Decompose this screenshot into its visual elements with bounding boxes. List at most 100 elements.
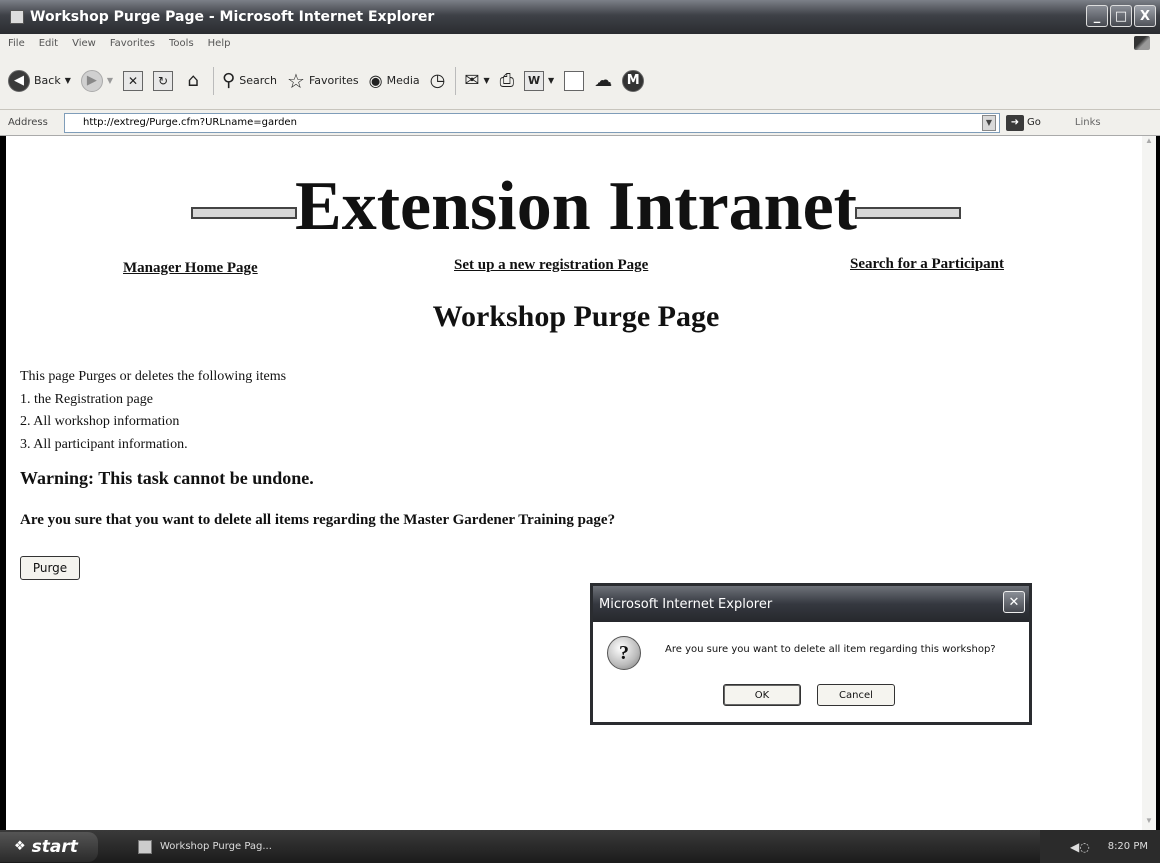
messenger-button[interactable]: ☁ — [594, 70, 612, 91]
confirm-question: Are you sure that you want to delete all… — [20, 512, 616, 528]
manager-home-link[interactable]: Manager Home Page — [123, 260, 258, 277]
ie-page-icon — [138, 839, 152, 854]
dialog-title: Microsoft Internet Explorer — [599, 596, 773, 612]
home-button[interactable]: ⌂ — [183, 70, 203, 91]
stop-button[interactable]: ✕ — [123, 70, 144, 91]
back-dropdown-icon[interactable]: ▼ — [65, 76, 71, 85]
refresh-icon: ↻ — [153, 70, 174, 91]
page-title: Workshop Purge Page — [432, 300, 720, 333]
menu-tools[interactable]: Tools — [169, 38, 194, 49]
clock: 8:20 PM — [1107, 841, 1148, 852]
back-button[interactable]: ◀ Back ▼ — [8, 69, 71, 92]
window-title: Workshop Purge Page - Microsoft Internet… — [30, 9, 435, 25]
history-button[interactable]: ◷ — [430, 70, 446, 91]
menu-favorites[interactable]: Favorites — [110, 38, 155, 49]
page-content: Extension Intranet Manager Home Page Set… — [6, 136, 1156, 830]
description-line: 2. All workshop information — [20, 414, 180, 429]
stop-icon: ✕ — [123, 70, 144, 91]
purge-description: This page Purges or deletes the followin… — [20, 366, 286, 456]
search-button[interactable]: ⚲ Search — [222, 70, 277, 91]
purge-button[interactable]: Purge — [20, 556, 80, 580]
warning-text: Warning: This task cannot be undone. — [20, 468, 314, 488]
edit-word-button[interactable]: W ▼ — [524, 70, 554, 91]
toolbar-separator — [213, 66, 215, 95]
vertical-scrollbar[interactable]: ▲ ▼ — [1142, 136, 1156, 830]
windows-flag-icon — [1134, 36, 1150, 50]
network-icon[interactable]: ◀◌ — [1070, 840, 1090, 854]
msn-icon: M — [622, 69, 645, 92]
go-label: Go — [1027, 117, 1041, 128]
mail-button[interactable]: ✉ ▼ — [464, 70, 489, 91]
close-button[interactable]: X — [1134, 5, 1156, 27]
menu-file[interactable]: File — [8, 38, 25, 49]
description-line: This page Purges or deletes the followin… — [20, 369, 287, 384]
taskbar-item-label: Workshop Purge Pag... — [160, 841, 272, 852]
window-title-bar: Workshop Purge Page - Microsoft Internet… — [0, 0, 1160, 34]
forward-arrow-icon: ▶ — [80, 69, 103, 92]
links-button[interactable]: Links — [1075, 117, 1101, 128]
close-icon: ✕ — [1008, 594, 1020, 610]
taskbar-item-ie[interactable]: Workshop Purge Pag... — [138, 839, 272, 854]
banner-bar-left — [191, 207, 297, 219]
back-arrow-icon: ◀ — [8, 69, 30, 92]
address-label: Address — [8, 117, 48, 128]
discuss-button[interactable] — [564, 70, 585, 91]
discuss-icon — [564, 70, 585, 91]
scroll-down-icon[interactable]: ▼ — [1142, 816, 1156, 830]
dialog-title-bar: Microsoft Internet Explorer ✕ — [593, 586, 1029, 622]
favorites-button[interactable]: ☆ Favorites — [287, 69, 359, 93]
ok-button[interactable]: OK — [723, 684, 801, 706]
media-icon: ◉ — [368, 71, 383, 90]
favorites-label: Favorites — [308, 74, 359, 87]
media-button[interactable]: ◉ Media — [369, 71, 420, 90]
menu-bar: File Edit View Favorites Tools Help — [0, 34, 1160, 52]
minimize-button[interactable]: _ — [1086, 5, 1108, 27]
search-participant-link[interactable]: Search for a Participant — [850, 256, 1004, 273]
description-line: 1. the Registration page — [20, 391, 153, 407]
menu-help[interactable]: Help — [208, 38, 231, 49]
question-icon: ? — [607, 636, 641, 670]
cancel-button[interactable]: Cancel — [817, 684, 895, 706]
scroll-up-icon[interactable]: ▲ — [1142, 136, 1156, 150]
search-label: Search — [239, 74, 278, 87]
toolbar-separator — [455, 66, 457, 95]
ie-page-icon — [10, 10, 24, 24]
home-icon: ⌂ — [187, 70, 199, 91]
edit-dropdown-icon[interactable]: ▼ — [548, 76, 554, 85]
go-button[interactable]: ➜ Go — [1006, 114, 1041, 131]
toolbar: ◀ Back ▼ ▶ ▼ ✕ ↻ ⌂ ⚲ Search ☆ Favorites … — [0, 52, 1160, 110]
media-label: Media — [386, 74, 420, 87]
new-registration-link[interactable]: Set up a new registration Page — [454, 257, 648, 274]
menu-edit[interactable]: Edit — [39, 38, 58, 49]
favorites-star-icon: ☆ — [287, 68, 305, 93]
confirm-dialog: Microsoft Internet Explorer ✕ ? Are you … — [590, 583, 1032, 725]
address-input[interactable]: http://extreg/Purge.cfm?URLname=garden — [64, 112, 1000, 133]
back-label: Back — [34, 74, 61, 87]
forward-button[interactable]: ▶ ▼ — [80, 69, 113, 92]
address-dropdown-icon[interactable]: ▼ — [982, 114, 996, 131]
windows-logo-icon: ❖ — [14, 839, 26, 854]
taskbar: ❖ start Workshop Purge Pag... ◀◌ 8:20 PM — [0, 830, 1160, 863]
description-line: 3. All participant information. — [20, 436, 188, 452]
menu-view[interactable]: View — [72, 38, 96, 49]
maximize-button[interactable]: □ — [1110, 5, 1132, 27]
forward-dropdown-icon[interactable]: ▼ — [107, 76, 113, 85]
intranet-banner: Extension Intranet — [156, 164, 996, 250]
dialog-close-button[interactable]: ✕ — [1003, 591, 1025, 613]
refresh-button[interactable]: ↻ — [153, 70, 174, 91]
mail-icon: ✉ — [464, 70, 480, 91]
history-icon: ◷ — [429, 70, 446, 91]
word-icon: W — [524, 70, 545, 91]
msn-button[interactable]: M — [622, 69, 645, 92]
address-bar: Address http://extreg/Purge.cfm?URLname=… — [0, 110, 1160, 136]
start-button[interactable]: ❖ start — [0, 831, 98, 862]
go-arrow-icon: ➜ — [1006, 114, 1024, 131]
printer-icon: ⎙ — [499, 70, 515, 91]
messenger-icon: ☁ — [594, 70, 613, 91]
system-tray: ◀◌ 8:20 PM — [1040, 830, 1160, 863]
mail-dropdown-icon[interactable]: ▼ — [483, 76, 489, 85]
start-label: start — [31, 836, 78, 857]
banner-title: Extension Intranet — [295, 168, 857, 245]
print-button[interactable]: ⎙ — [500, 70, 514, 91]
search-icon: ⚲ — [222, 70, 236, 91]
